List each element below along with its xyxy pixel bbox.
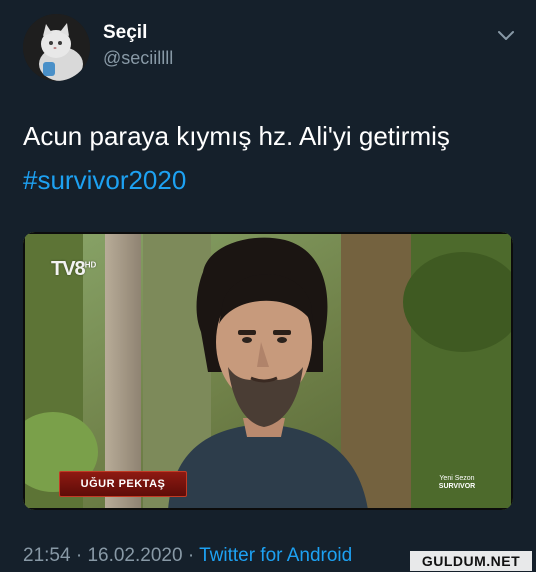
channel-logo-text: TV8 [51,258,86,280]
chevron-down-icon[interactable] [493,24,519,46]
new-season-badge: Yeni Sezon SURVIVOR [427,475,487,491]
meta-separator: · [187,545,195,566]
site-watermark: GULDUM.NET [410,551,532,571]
tweet-meta: 21:54 · 16.02.2020 · Twitter for Android [23,545,352,567]
tweet-body: Acun paraya kıymış hz. Ali'yi getirmiş [23,121,450,151]
user-handle[interactable]: @seciillll [103,48,173,69]
channel-logo-suffix: HD [84,260,97,270]
tweet-card: Seçil @seciillll Acun paraya kıymış hz. … [0,0,536,572]
tweet-time[interactable]: 21:54 [23,545,71,566]
tweet-source-link[interactable]: Twitter for Android [199,545,352,566]
tweet-date[interactable]: 16.02.2020 [87,545,182,566]
name-banner: UĞUR PEKTAŞ [59,471,187,497]
tweet-text: Acun paraya kıymış hz. Ali'yi getirmiş #… [23,114,523,202]
hashtag-link[interactable]: #survivor2020 [23,158,523,202]
new-season-line1: Yeni Sezon [439,475,475,482]
avatar[interactable] [23,14,90,81]
display-name[interactable]: Seçil [103,22,147,44]
tweet-media[interactable]: TV8HD UĞUR PEKTAŞ Yeni Sezon SURVIVOR [23,232,513,510]
tv-screenshot-image [23,232,513,510]
meta-separator: · [75,545,83,566]
channel-logo: TV8HD [51,258,96,281]
new-season-line2: SURVIVOR [438,483,476,490]
cat-avatar-icon [23,14,90,81]
